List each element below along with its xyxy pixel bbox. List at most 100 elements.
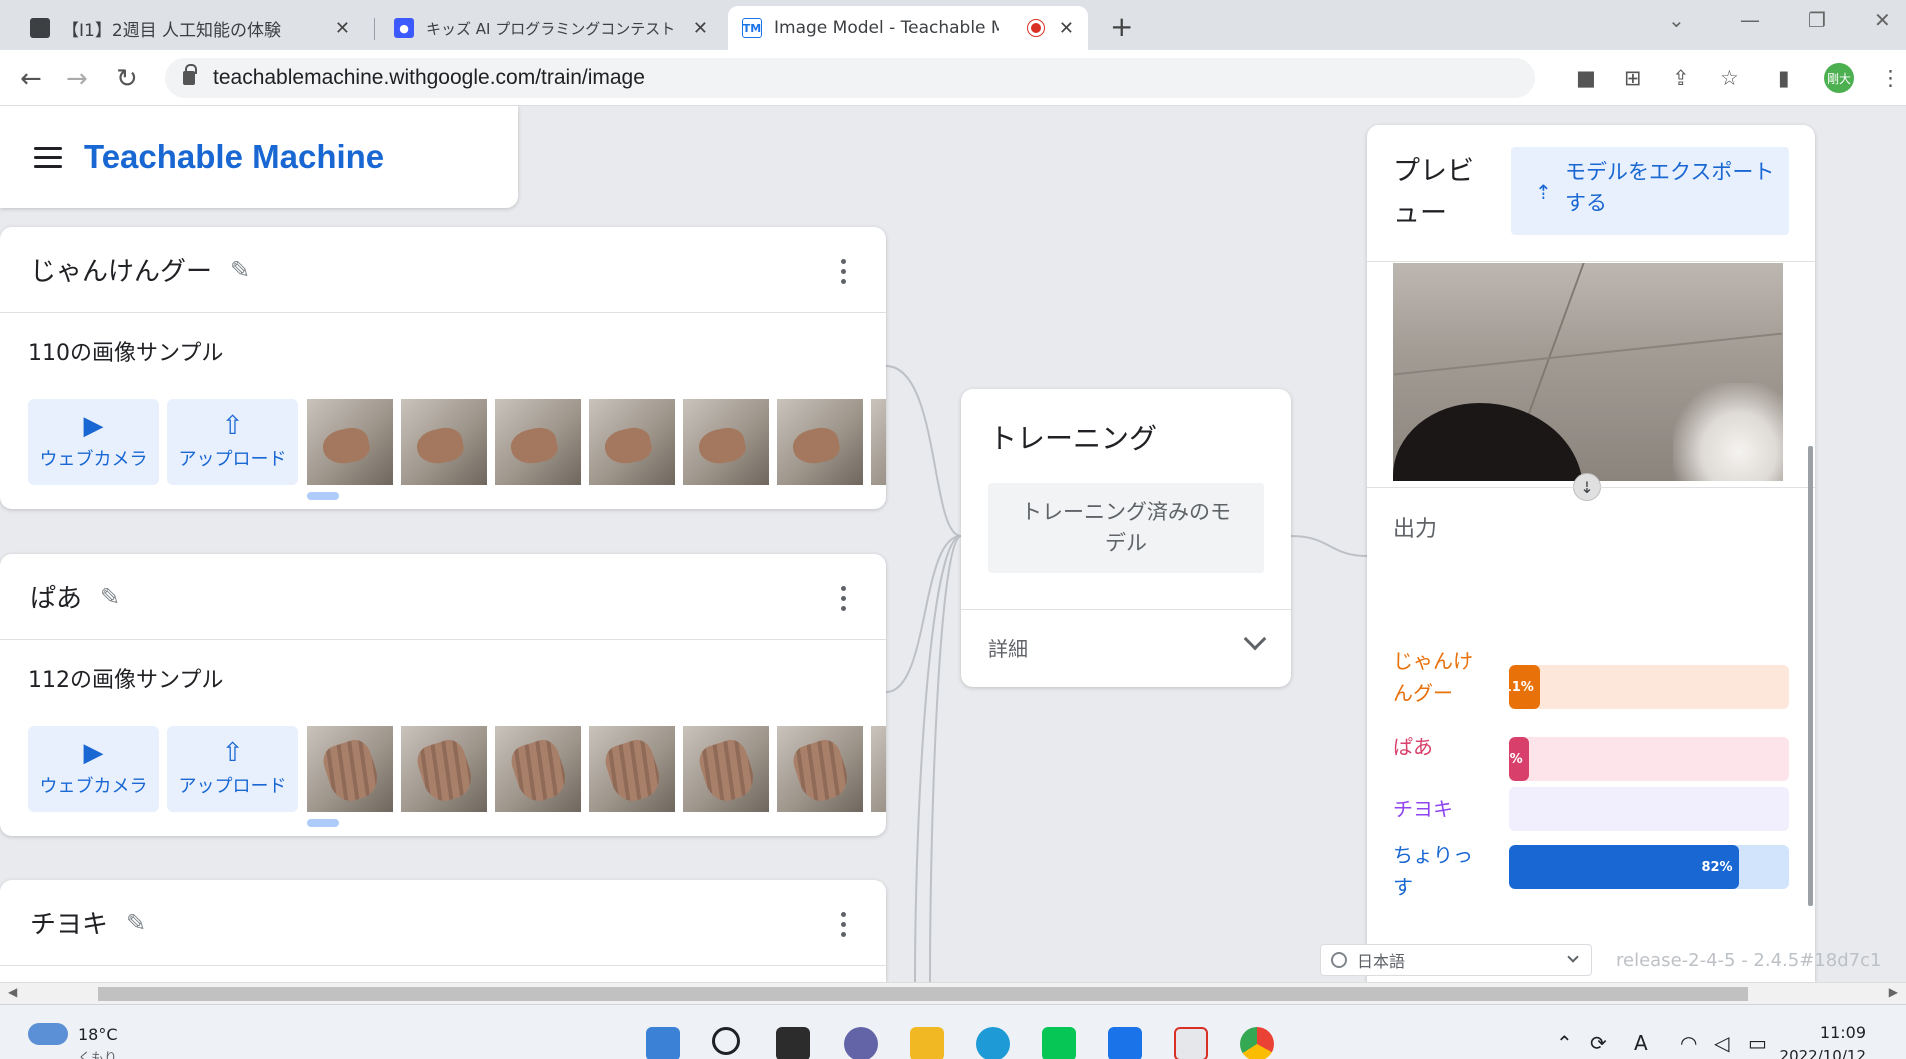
lock-icon[interactable] xyxy=(183,64,197,85)
tab-teachable-machine[interactable]: TM Image Model - Teachable Ma ✕ xyxy=(728,6,1088,50)
battery-icon[interactable]: ▭ xyxy=(1748,1031,1767,1055)
ime-mode-icon[interactable]: A xyxy=(1634,1031,1648,1055)
sample-thumbnail[interactable] xyxy=(589,399,675,485)
clock-date[interactable]: 2022/10/12 xyxy=(1780,1047,1866,1059)
tab-contest[interactable]: ● キッズ AI プログラミングコンテスト ✕ xyxy=(380,6,722,50)
sample-thumbnail[interactable] xyxy=(683,726,769,812)
search-icon[interactable] xyxy=(712,1027,740,1055)
url-text[interactable]: teachablemachine.withgoogle.com/train/im… xyxy=(213,66,645,90)
minimize-icon[interactable]: — xyxy=(1740,8,1760,32)
contest-favicon-icon: ● xyxy=(394,18,414,38)
profile-avatar[interactable]: 剛大 xyxy=(1824,63,1854,93)
horizontal-scrollbar[interactable]: ◀ ▶ xyxy=(0,982,1906,1004)
sample-thumbnails xyxy=(307,726,886,812)
file-explorer-icon[interactable] xyxy=(910,1027,944,1059)
class-name[interactable]: ぱあ xyxy=(30,578,82,615)
chrome-icon[interactable] xyxy=(1240,1027,1274,1059)
scrollbar-thumb[interactable] xyxy=(98,987,1748,1001)
webcam-button[interactable]: ▶ ウェブカメラ xyxy=(28,726,159,812)
close-window-icon[interactable]: ✕ xyxy=(1874,8,1891,32)
upload-button[interactable]: ⇧ アップロード xyxy=(167,726,298,812)
teams-chat-icon[interactable] xyxy=(844,1027,878,1059)
menu-icon[interactable] xyxy=(34,146,62,168)
edge-icon[interactable] xyxy=(976,1027,1010,1059)
language-select[interactable]: 日本語 xyxy=(1320,944,1592,976)
divider xyxy=(1367,261,1815,262)
sample-thumbnail[interactable] xyxy=(589,726,675,812)
side-panel-icon[interactable]: ▮ xyxy=(1778,66,1790,90)
sample-thumbnails xyxy=(307,399,886,485)
weather-condition[interactable]: くもり xyxy=(78,1047,117,1059)
tab-search-chevron-icon[interactable]: ⌄ xyxy=(1668,8,1685,32)
tab-title: キッズ AI プログラミングコンテスト xyxy=(426,19,676,38)
browser-menu-icon[interactable]: ⋮ xyxy=(1880,66,1901,90)
brand-title[interactable]: Teachable Machine xyxy=(84,138,384,176)
bookmark-star-icon[interactable]: ☆ xyxy=(1720,66,1739,90)
reload-icon[interactable]: ↻ xyxy=(116,64,138,94)
sample-thumbnail[interactable] xyxy=(401,726,487,812)
scroll-right-icon[interactable]: ▶ xyxy=(1889,985,1898,999)
task-view-icon[interactable] xyxy=(776,1027,810,1059)
class-options-icon[interactable] xyxy=(841,586,846,611)
wifi-icon[interactable]: ◠ xyxy=(1680,1031,1697,1055)
thumbnail-scroll-indicator[interactable] xyxy=(307,819,339,827)
upload-button[interactable]: ⇧ アップロード xyxy=(167,399,298,485)
sample-thumbnail[interactable] xyxy=(307,399,393,485)
close-tab-icon[interactable]: ✕ xyxy=(1059,18,1074,39)
sample-thumbnail[interactable] xyxy=(683,399,769,485)
tab-lesson[interactable]: 【I1】2週目 人工知能の体験 ✕ xyxy=(16,6,364,50)
class-name[interactable]: チヨキ xyxy=(30,904,108,941)
sample-thumbnail[interactable] xyxy=(871,726,886,812)
sample-thumbnail[interactable] xyxy=(871,399,886,485)
advanced-details-toggle[interactable]: 詳細 xyxy=(988,633,1028,662)
train-model-button[interactable]: トレーニング済みのモデル xyxy=(988,483,1264,573)
camera-in-use-icon[interactable]: ■ xyxy=(1576,66,1596,90)
edit-pencil-icon[interactable]: ✎ xyxy=(230,256,250,284)
confidence-bar-choki xyxy=(1509,787,1789,831)
sync-icon[interactable]: ⟳ xyxy=(1590,1031,1607,1055)
restore-icon[interactable]: ❐ xyxy=(1808,8,1826,32)
output-label-gu: じゃんけんグー xyxy=(1393,649,1473,705)
temperature[interactable]: 18°C xyxy=(78,1025,118,1044)
class-card-gu: じゃんけんグー ✎ 110の画像サンプル ▶ ウェブカメラ ⇧ アップロード xyxy=(0,227,886,509)
class-name[interactable]: じゃんけんグー xyxy=(30,251,212,288)
edit-pencil-icon[interactable]: ✎ xyxy=(100,583,120,611)
sample-thumbnail[interactable] xyxy=(401,399,487,485)
line-app-icon[interactable] xyxy=(1042,1027,1076,1059)
class-options-icon[interactable] xyxy=(841,912,846,937)
store-icon[interactable] xyxy=(1108,1027,1142,1059)
preview-scrollbar[interactable] xyxy=(1808,446,1813,906)
close-tab-icon[interactable]: ✕ xyxy=(335,18,350,39)
sample-thumbnail[interactable] xyxy=(495,726,581,812)
cloud-weather-icon[interactable] xyxy=(28,1023,68,1045)
scroll-left-icon[interactable]: ◀ xyxy=(8,985,17,999)
webcam-button[interactable]: ▶ ウェブカメラ xyxy=(28,399,159,485)
thumbnail-scroll-indicator[interactable] xyxy=(307,492,339,500)
class-header: ぱあ ✎ xyxy=(0,554,886,640)
export-label: モデルをエクスポートする xyxy=(1565,160,1775,215)
class-options-icon[interactable] xyxy=(841,259,846,284)
export-model-button[interactable]: ⇡ モデルをエクスポートする xyxy=(1511,147,1789,235)
forward-icon[interactable]: → xyxy=(66,64,88,94)
start-icon[interactable] xyxy=(646,1027,680,1059)
show-hidden-icons-icon[interactable]: ⌃ xyxy=(1556,1031,1573,1055)
snipping-tool-icon[interactable] xyxy=(1174,1027,1208,1059)
sample-count: 110の画像サンプル xyxy=(28,341,224,366)
edit-pencil-icon[interactable]: ✎ xyxy=(126,909,146,937)
translate-icon[interactable]: ⊞ xyxy=(1624,66,1642,90)
training-card: トレーニング トレーニング済みのモデル 詳細 xyxy=(961,389,1291,687)
share-icon[interactable]: ⇪ xyxy=(1672,66,1690,90)
sample-thumbnail[interactable] xyxy=(777,726,863,812)
clock-time[interactable]: 11:09 xyxy=(1820,1023,1866,1042)
new-tab-icon[interactable]: + xyxy=(1110,10,1133,43)
class-header: チヨキ ✎ xyxy=(0,880,886,966)
release-version: release-2-4-5 - 2.4.5#18d7c1 xyxy=(1616,950,1882,971)
omnibox[interactable]: teachablemachine.withgoogle.com/train/im… xyxy=(165,58,1535,98)
sample-thumbnail[interactable] xyxy=(495,399,581,485)
chevron-down-icon[interactable] xyxy=(1243,627,1267,651)
sample-thumbnail[interactable] xyxy=(307,726,393,812)
sample-thumbnail[interactable] xyxy=(777,399,863,485)
close-tab-icon[interactable]: ✕ xyxy=(693,18,708,39)
volume-icon[interactable]: ◁ xyxy=(1714,1031,1729,1055)
back-icon[interactable]: ← xyxy=(20,64,42,94)
